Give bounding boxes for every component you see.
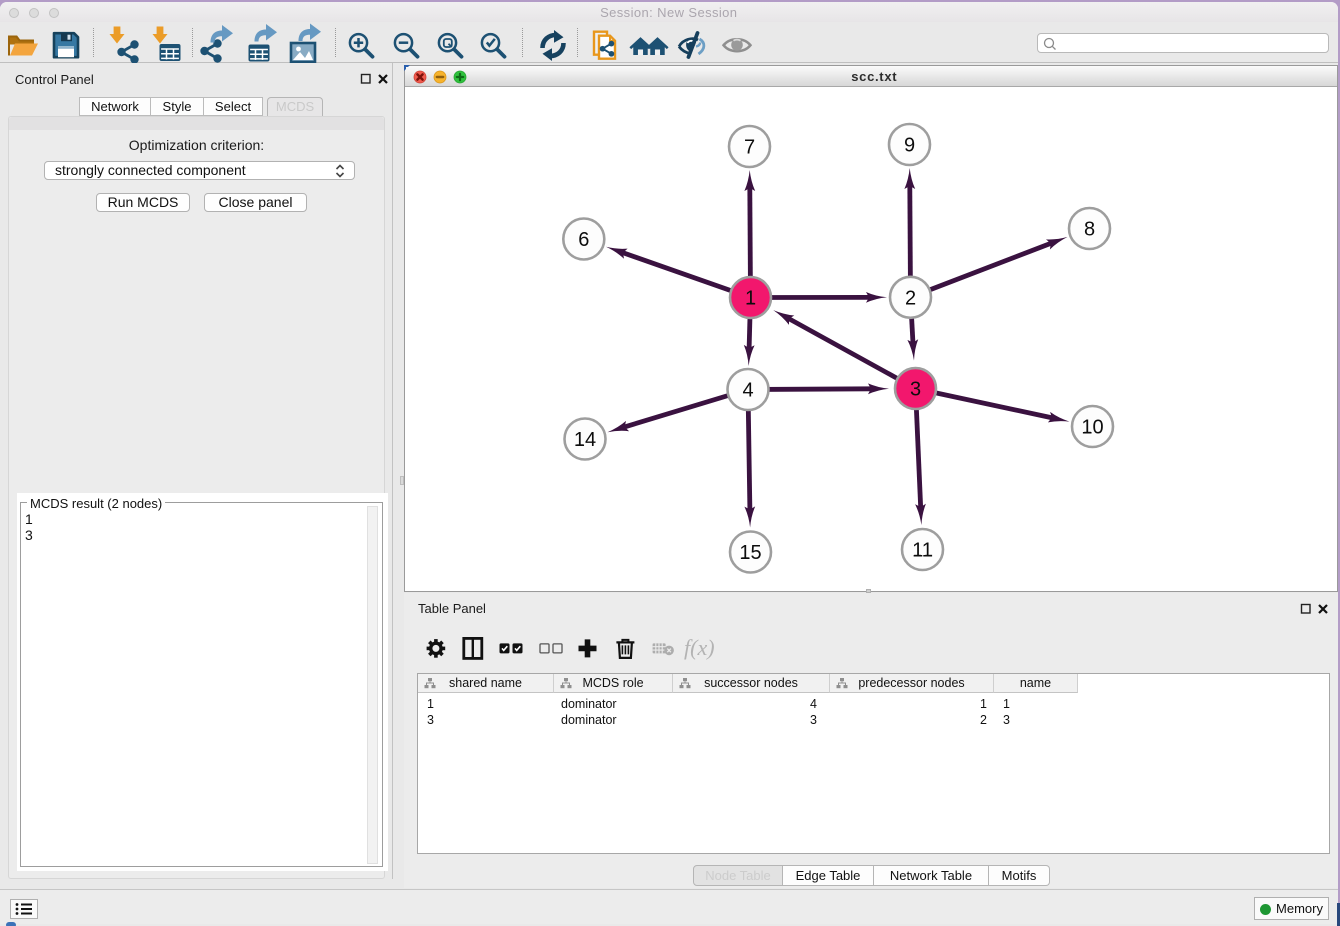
svg-text:6: 6: [578, 229, 589, 251]
svg-text:8: 8: [1084, 219, 1095, 241]
svg-text:11: 11: [912, 540, 933, 562]
svg-text:10: 10: [1081, 417, 1103, 439]
svg-text:3: 3: [910, 379, 921, 401]
svg-text:9: 9: [904, 135, 915, 157]
svg-text:f(x): f(x): [684, 635, 715, 660]
svg-text:1: 1: [745, 288, 756, 310]
svg-text:4: 4: [742, 380, 753, 402]
svg-text:14: 14: [574, 429, 596, 451]
svg-text:7: 7: [744, 137, 755, 159]
svg-text:2: 2: [905, 287, 916, 309]
svg-text:15: 15: [739, 542, 761, 564]
